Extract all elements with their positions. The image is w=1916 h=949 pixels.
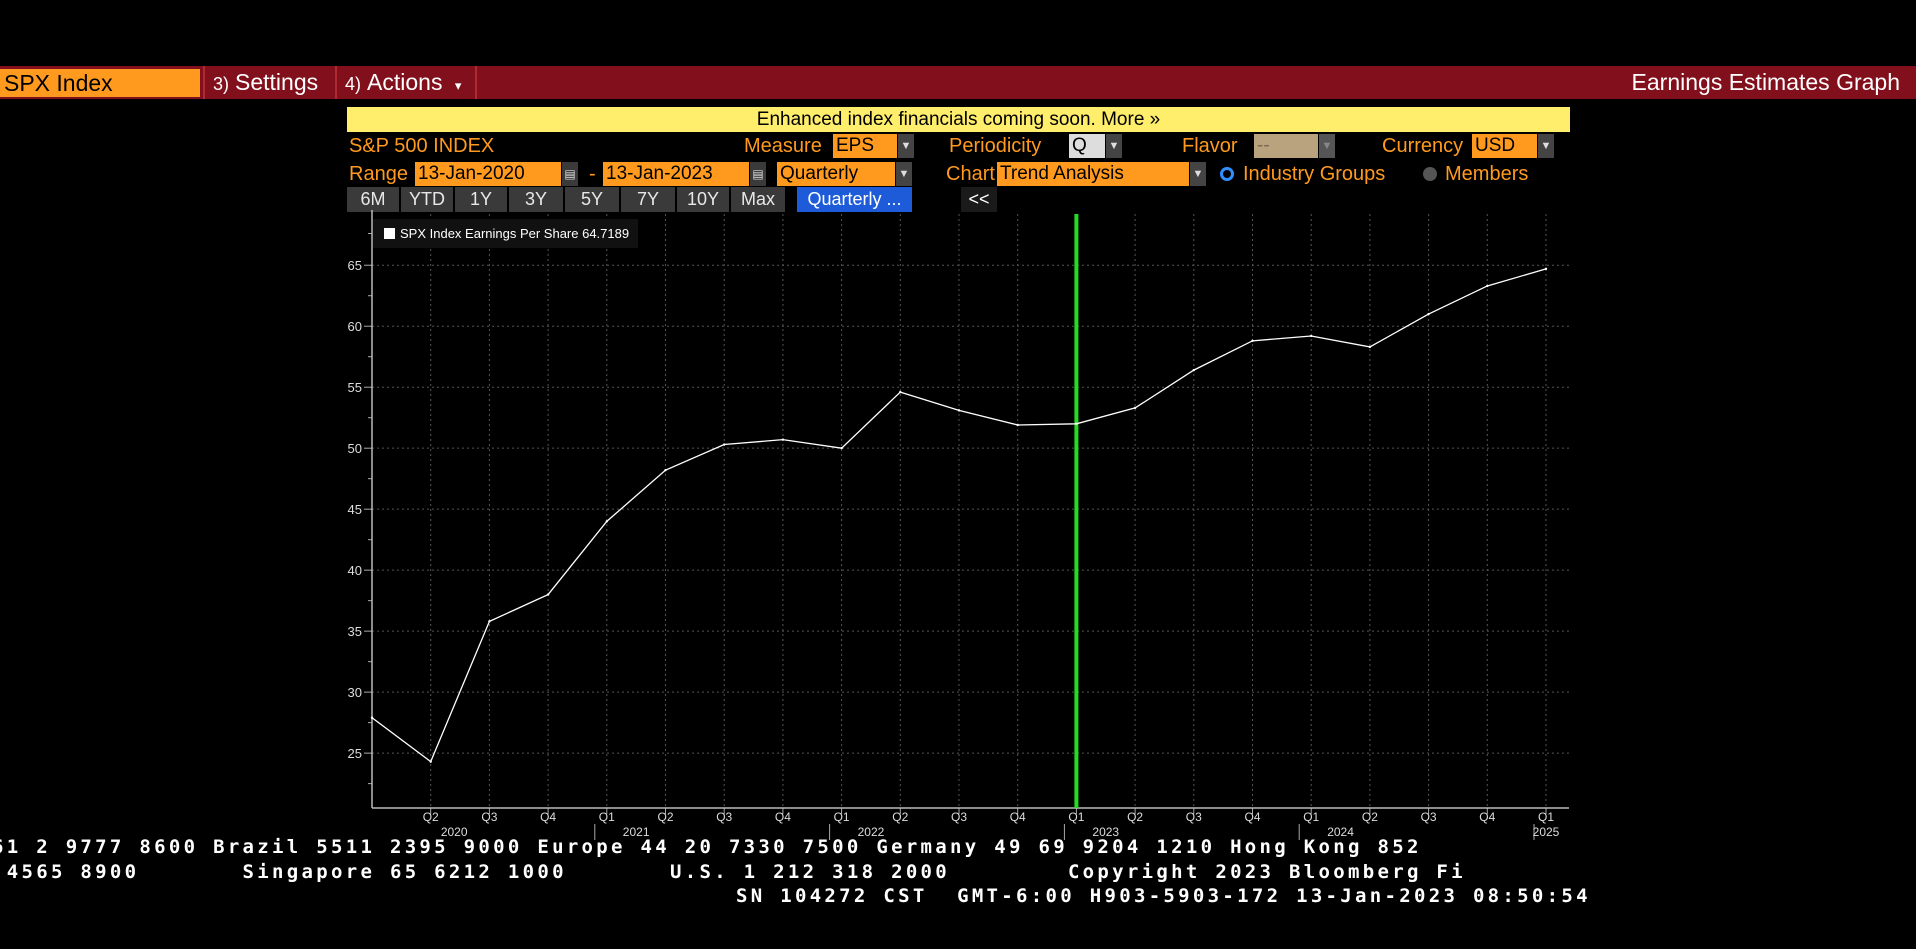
- y-tick-label: 65: [348, 258, 362, 273]
- x-tick-label: Q3: [716, 810, 732, 824]
- x-tick-label: Q1: [1068, 810, 1084, 824]
- eps-data-point: [664, 468, 667, 472]
- y-tick-label: 60: [348, 319, 362, 334]
- x-tick-label: Q3: [951, 810, 967, 824]
- x-tick-label: Q2: [1127, 810, 1143, 824]
- eps-data-point: [370, 716, 374, 719]
- x-tick-label: Q2: [892, 810, 908, 824]
- eps-data-point: [957, 409, 961, 412]
- eps-data-point: [723, 443, 726, 446]
- eps-data-point: [1310, 334, 1313, 338]
- eps-data-point: [488, 620, 491, 623]
- x-tick-label: Q2: [657, 810, 673, 824]
- x-tick-label: Q1: [599, 810, 615, 824]
- y-tick-label: 40: [348, 563, 362, 578]
- eps-data-point: [1133, 406, 1137, 410]
- x-tick-label: Q3: [1186, 810, 1202, 824]
- eps-data-point: [429, 760, 432, 763]
- eps-data-point: [1075, 422, 1078, 425]
- x-tick-label: Q3: [481, 810, 497, 824]
- x-tick-label: Q2: [1362, 810, 1378, 824]
- eps-data-point: [1251, 339, 1254, 343]
- y-tick-label: 45: [348, 502, 362, 517]
- y-tick-label: 30: [348, 685, 362, 700]
- footer-session-line: SN 104272 CST GMT-6:00 H903-5903-172 13-…: [736, 885, 1591, 907]
- x-tick-label: Q1: [834, 810, 850, 824]
- x-tick-label: Q4: [1479, 810, 1495, 824]
- eps-line-chart[interactable]: 25 30 35 40 45 50 55 60 65 Q2 Q3 Q4 Q1 Q2 Q3 Q4 Q1 Q2 Q3 Q…: [0, 0, 1916, 949]
- x-tick-label: Q4: [1244, 810, 1260, 824]
- eps-data-point: [1544, 267, 1548, 271]
- y-tick-label: 55: [348, 380, 362, 395]
- footer-contact-line2: 4565 8900 Singapore 65 6212 1000 U.S. 1 …: [0, 861, 1466, 883]
- eps-data-point: [1192, 368, 1196, 372]
- y-axis-labels: 25 30 35 40 45 50 55 60 65: [348, 258, 362, 761]
- x-tick-label: Q2: [423, 810, 439, 824]
- legend-swatch: [384, 228, 395, 239]
- eps-data-point: [605, 520, 608, 523]
- eps-data-point: [546, 593, 550, 596]
- x-tick-label: Q4: [1010, 810, 1026, 824]
- y-tick-label: 50: [348, 441, 362, 456]
- x-tick-label: Q4: [775, 810, 791, 824]
- eps-data-point: [1368, 345, 1372, 349]
- footer-contact-line1: 61 2 9777 8600 Brazil 5511 2395 9000 Eur…: [0, 836, 1422, 858]
- chart-legend: SPX Index Earnings Per Share 64.7189: [373, 219, 638, 248]
- chart-grid: [372, 214, 1569, 808]
- eps-data-point: [1427, 312, 1430, 316]
- x-tick-label: Q4: [540, 810, 556, 824]
- eps-data-point: [781, 438, 785, 441]
- eps-data-point: [899, 390, 902, 394]
- eps-data-point: [1486, 284, 1489, 288]
- eps-data-point: [1016, 423, 1019, 427]
- x-tick-label: Q1: [1303, 810, 1319, 824]
- eps-data-point: [840, 446, 843, 450]
- y-tick-label: 25: [348, 746, 362, 761]
- chart-axes: [364, 210, 1569, 840]
- x-tick-label: Q1: [1538, 810, 1554, 824]
- x-tick-label: Q3: [1421, 810, 1437, 824]
- y-tick-label: 35: [348, 624, 362, 639]
- legend-text: SPX Index Earnings Per Share 64.7189: [400, 226, 629, 241]
